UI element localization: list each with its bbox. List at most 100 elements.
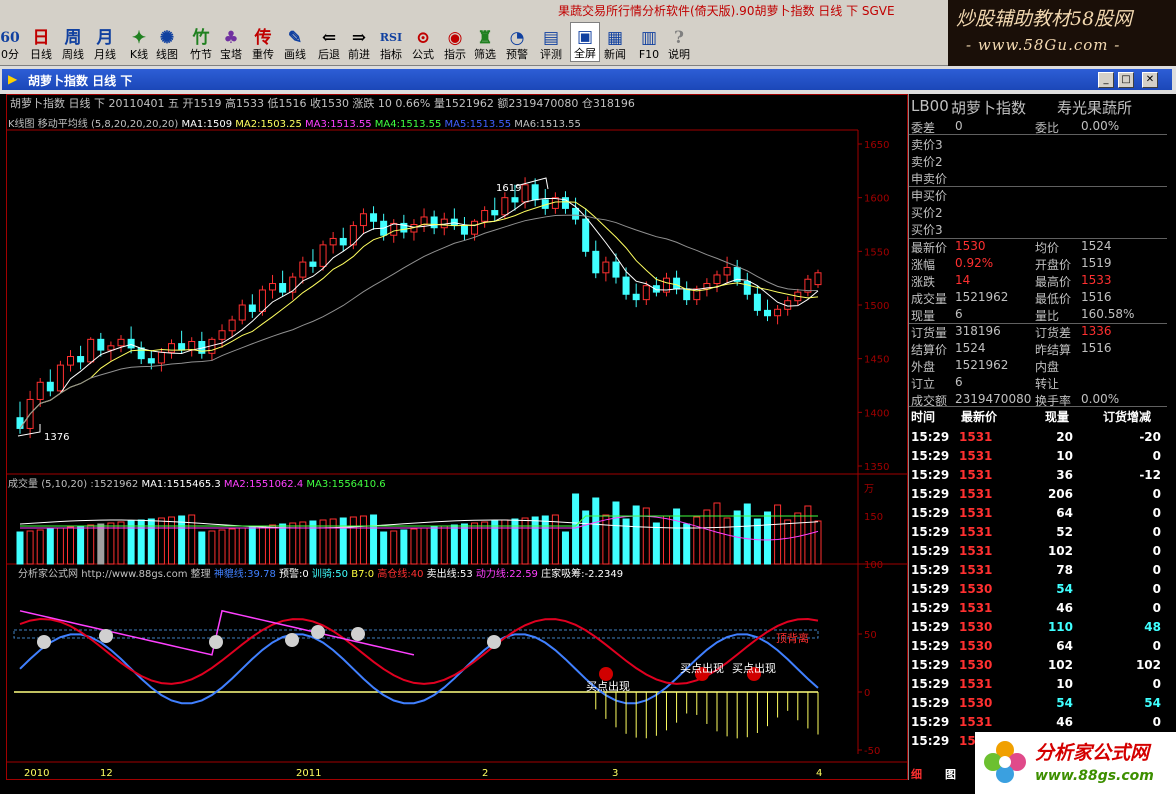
volume-bar (269, 524, 277, 565)
toolbar-button-4[interactable]: ✦ K线 (124, 22, 154, 62)
trade-time: 15:29 (911, 544, 950, 558)
high-annotation: 1619 (496, 183, 521, 194)
trade-price: 1531 (959, 506, 993, 520)
kline-chart[interactable]: 1650 1600 1550 1500 1450 1400 1350 万 150 100 50 0 -5… (6, 94, 908, 780)
volume-bar (541, 515, 549, 565)
candle-body (56, 364, 64, 392)
ma1-value: MA1:1509 (181, 119, 233, 130)
toolbar-label-21: 说明 (668, 48, 690, 61)
toolbar-label-1: 日线 (30, 48, 52, 61)
toolbar-button-16[interactable]: ◔ 预警 (502, 22, 532, 62)
col-price: 最新价 (961, 410, 998, 424)
vol-label: 成交量 (8, 479, 38, 490)
candle-body (511, 197, 519, 203)
trade-oi-change: 48 (1144, 620, 1161, 634)
vol-tick-label: 万 (864, 484, 874, 495)
toolbar-button-13[interactable]: ⊙ 公式 (408, 22, 438, 62)
quote-row: 买价2 (909, 203, 1167, 220)
toolbar-button-5[interactable]: ✺ 线图 (152, 22, 182, 62)
quote-value: 6 (955, 375, 963, 389)
ind-s5: 高仓线:40 (377, 569, 424, 580)
volume-bar (36, 529, 44, 565)
toolbar-icon-6: 竹 (192, 28, 210, 48)
toolbar-button-15[interactable]: ♜ 筛选 (470, 22, 500, 62)
toolbar-button-3[interactable]: 月月线 (90, 22, 120, 62)
toolbar-button-2[interactable]: 周周线 (58, 22, 88, 62)
volume-bar (723, 517, 731, 565)
quote-label: 卖价3 (911, 138, 943, 152)
toolbar-button-18[interactable]: ▣ 全屏 (570, 22, 600, 62)
toolbar-button-8[interactable]: 传重传 (248, 22, 278, 62)
ind-url: http://www.88gs.com (81, 569, 188, 580)
indicator-legend: 分析家公式网 http://www.88gs.com 整理 神貔线:39.78 … (18, 568, 623, 581)
volume-bar (420, 527, 428, 565)
candle-body (269, 283, 277, 291)
volume-bar (632, 505, 640, 565)
col-oi-change: 订货增减 (1103, 410, 1152, 424)
chart-panel[interactable]: 1650 1600 1550 1500 1450 1400 1350 万 150 100 50 0 -5… (6, 94, 908, 780)
volume-bar (531, 516, 539, 565)
toolbar-button-21[interactable]: ? 说明 (664, 22, 694, 62)
toolbar-button-11[interactable]: ⇒ 前进 (344, 22, 374, 62)
quote-row: 申卖价 (909, 169, 1167, 186)
toolbar-button-14[interactable]: ◉ 指示 (440, 22, 470, 62)
trade-time: 15:29 (911, 582, 950, 596)
trade-time: 15:29 (911, 468, 950, 482)
vol-ma3: MA3:1556410.6 (306, 479, 386, 490)
toolbar-button-1[interactable]: 日日线 (26, 22, 56, 62)
watermark-line1: 炒股辅助教材58股网 (956, 8, 1133, 30)
window-icon: ▶ (8, 72, 18, 86)
volume-bar (56, 527, 64, 565)
app-window: { "app_title":"果蔬交易所行情分析软件(倚天版).90胡萝卜指数 … (0, 0, 1176, 794)
toolbar-button-20[interactable]: ▥ F10 (634, 22, 664, 62)
volume-bar (561, 531, 569, 565)
toolbar-button-6[interactable]: 竹竹节 (186, 22, 216, 62)
close-button[interactable]: ✕ (1142, 72, 1158, 88)
candle-body (713, 274, 721, 285)
volume-bar (602, 514, 610, 565)
quote-row: 结算价 1524 昨结算 1516 (909, 340, 1167, 357)
quote-label: 申卖价 (911, 172, 948, 186)
toolbar-button-0[interactable]: 60 0分 (0, 22, 20, 62)
trade-price: 1531 (959, 430, 993, 444)
toolbar-button-12[interactable]: RSI 指标 (376, 22, 406, 62)
candle-body (77, 356, 85, 363)
trade-time: 15:29 (911, 449, 950, 463)
trade-time: 15:29 (911, 620, 950, 634)
price-tick-label: 1650 (864, 140, 889, 151)
candle-body (127, 338, 135, 349)
volume-bar (501, 519, 509, 565)
ma-indicator[interactable]: 移动平均线 (38, 119, 88, 130)
toolbar-button-19[interactable]: ▦ 新闻 (600, 22, 630, 62)
quote-row: 外盘 1521962 内盘 (909, 357, 1167, 374)
volume-bar (400, 529, 408, 565)
tab-detail[interactable]: 细 (911, 766, 922, 782)
minimize-button[interactable]: _ (1098, 72, 1114, 88)
volume-bar (794, 512, 802, 565)
watermark-58gu: 炒股辅助教材58股网 - www.58Gu.com - (948, 0, 1176, 66)
trade-price: 1531 (959, 677, 993, 691)
candle-body (592, 250, 600, 274)
col-volume: 现量 (1045, 410, 1070, 424)
volume-bar (137, 519, 145, 565)
flower-logo-icon (984, 741, 1026, 783)
candle-body (279, 283, 287, 293)
trade-row: 15:29 1531 10 0 (909, 447, 1167, 466)
quote-value-2: 1533 (1081, 273, 1112, 287)
toolbar-button-9[interactable]: ✎ 画线 (280, 22, 310, 62)
quote-label: 买价2 (911, 206, 943, 220)
tab-chart[interactable]: 图 (945, 766, 956, 782)
candle-body (168, 343, 176, 353)
trade-oi-change: 102 (1135, 658, 1161, 672)
toolbar-button-7[interactable]: ♣ 宝塔 (216, 22, 246, 62)
quote-row: 成交量 1521962 最低价 1516 (909, 289, 1167, 306)
maximize-button[interactable]: □ (1118, 72, 1134, 88)
candle-body (339, 237, 347, 246)
trade-price: 1531 (959, 601, 993, 615)
quote-info: 胡萝卜指数 日线 下 20110401 五 开1519 高1533 低1516 … (10, 97, 635, 110)
quote-row: 最新价 1530 均价 1524 (909, 238, 1167, 255)
toolbar-button-10[interactable]: ⇐ 后退 (314, 22, 344, 62)
price-tick-label: 1500 (864, 301, 889, 312)
toolbar-button-17[interactable]: ▤ 评测 (536, 22, 566, 62)
trade-oi-change: 0 (1152, 563, 1161, 577)
